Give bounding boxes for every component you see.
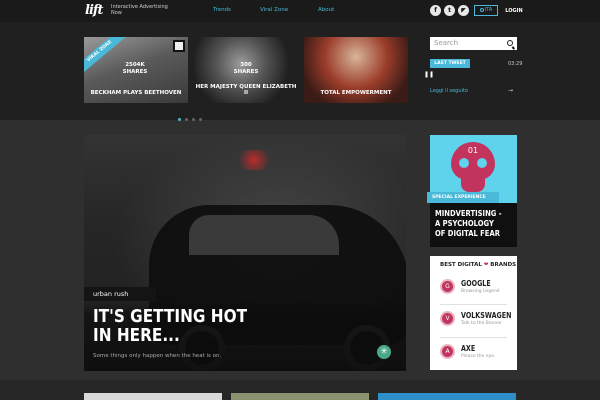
card-title: BECKHAM PLAYS BEETHOVEN [90,90,182,96]
heart-icon: ❤ [483,262,489,268]
experience-title[interactable]: MINDVERTISING - A PSYCHOLOGY OF DIGITAL … [435,209,503,239]
google-brand-icon: G [440,279,455,294]
hero-feature[interactable]: urban rush IT'S GETTING HOT IN HERE... S… [84,135,406,371]
tweet-read-more-link[interactable]: Leggi il seguito [430,88,468,94]
card-title: TOTAL EMPOWERMENT [320,90,392,96]
hero-title[interactable]: IT'S GETTING HOT IN HERE... [93,307,263,345]
brand-item-volkswagen[interactable]: V VOLKSWAGEN Talk to the Banner [440,311,515,331]
site-logo[interactable]: lift [85,3,104,18]
facebook-icon[interactable]: f [430,5,441,16]
brand-description: Browsing Legend [461,289,500,294]
share-count: 300 SHARES [233,62,259,75]
brand-description: Talk to the Banner [461,321,502,326]
pagination-dot[interactable] [199,118,202,121]
bottom-thumbnail[interactable] [84,393,222,400]
carousel-pagination [178,106,206,125]
pagination-dot[interactable] [192,118,195,121]
pagination-dot[interactable] [178,118,181,121]
qr-code-icon [173,40,185,52]
special-experience-card[interactable]: 01 SPECIAL EXPERIENCE FEAR MINDVERTISING… [427,135,517,247]
nav-about[interactable]: About [318,7,334,13]
tweet-time: 03:29 [508,61,523,67]
rss-icon[interactable]: ◤ [458,5,469,16]
bottom-thumbnail[interactable] [231,393,369,400]
search-field[interactable]: Search [430,37,517,50]
brand-name: AXE [461,344,476,353]
experience-number: 01 [467,146,479,155]
pagination-dot[interactable] [185,118,188,121]
brand-description: Please the eye. [461,354,496,359]
best-brands-panel: BEST DIGITAL ❤ BRANDS G GOOGLE Browsing … [430,256,517,370]
featured-card[interactable]: TOTAL EMPOWERMENT [304,37,408,103]
hero-subtitle: Some things only happen when the heat is… [93,353,222,359]
nav-trends[interactable]: Trends [213,7,231,13]
divider [440,337,507,338]
volkswagen-brand-icon: V [440,311,455,326]
brand-name: VOLKSWAGEN [461,311,512,320]
share-count: 2504K SHARES [122,62,148,75]
brand-item-axe[interactable]: A AXE Please the eye. [440,344,515,364]
last-tweet-label: LAST TWEET [430,59,470,68]
twitter-icon[interactable]: t [444,5,455,16]
arrow-right-icon[interactable]: → [508,87,513,94]
brand-name: GOOGLE [461,279,491,288]
skull-icon: 01 [451,142,495,194]
card-title: HER MAJESTY QUEEN ELIZABETH II [195,84,297,96]
hero-image-window [189,215,339,255]
login-button[interactable]: LOGIN [504,0,524,22]
nav-viral-zone[interactable]: Viral Zone [260,7,288,13]
hero-category-tag[interactable]: urban rush [84,287,156,301]
site-tagline: Interactive Advertising Now [111,4,168,16]
hero-image-light [234,150,274,170]
top-bar: lift Interactive Advertising Now Trends … [0,0,600,22]
brands-heading: BEST DIGITAL ❤ BRANDS [440,262,517,268]
language-label: ITA [484,7,493,13]
bottom-thumbnail[interactable] [378,393,516,400]
globe-icon [479,7,484,12]
language-switch[interactable]: ITA [474,5,498,16]
experience-label: SPECIAL EXPERIENCE FEAR [427,192,499,211]
search-input[interactable]: Search [434,39,458,47]
axe-brand-icon: A [440,344,455,359]
asterisk-badge-icon: ✳ [377,345,391,359]
pause-icon[interactable]: ❚❚ [424,71,434,78]
search-icon[interactable] [507,40,513,46]
divider [440,304,507,305]
brand-item-google[interactable]: G GOOGLE Browsing Legend [440,279,515,299]
featured-card[interactable]: 300 SHARES HER MAJESTY QUEEN ELIZABETH II [194,37,298,103]
featured-card[interactable]: VIRAL ZONE 2504K SHARES BECKHAM PLAYS BEE… [84,37,188,103]
